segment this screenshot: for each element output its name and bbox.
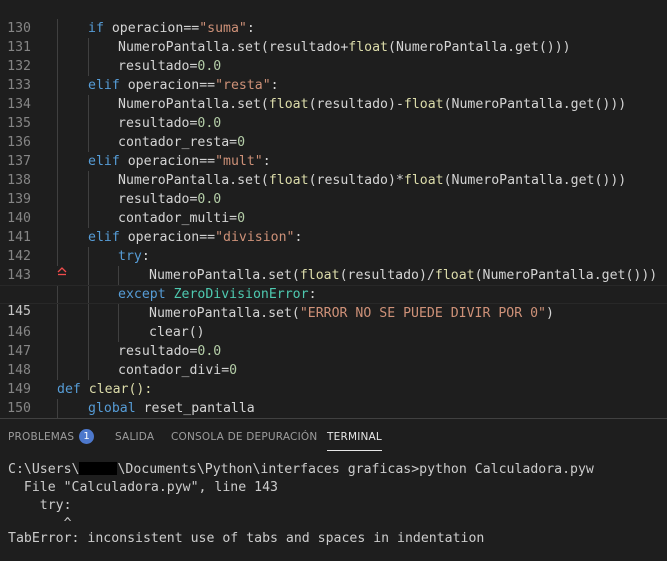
code-text: except ZeroDivisionError: [118, 287, 317, 302]
redacted-username [79, 462, 118, 475]
code-line-145[interactable]: 145 except ZeroDivisionError: [0, 285, 667, 319]
code-text: elif operacion=="division": [88, 230, 303, 245]
terminal-command-line[interactable]: C:\Users\ \Documents\Python\interfaces gr… [8, 460, 594, 479]
indent-guide [88, 114, 89, 133]
code-text: elif operacion=="resta": [88, 78, 279, 93]
indent-guide [88, 247, 89, 266]
code-line-130[interactable]: 130 [0, 0, 667, 36]
indent-guide [57, 399, 58, 418]
indent-guide [57, 57, 58, 76]
code-line-148[interactable]: 148 resultado=0.0 [0, 342, 667, 378]
terminal-code-line: try: [8, 498, 72, 513]
indent-guide [88, 38, 89, 57]
code-line-144[interactable]: 144 NumeroPantalla.set(float(resultado)/… [0, 266, 667, 302]
indent-guide [88, 190, 89, 209]
code-editor[interactable]: 130 131 if operacion=="suma": 132 Numero… [0, 0, 667, 418]
code-text: NumeroPantalla.set("ERROR NO SE PUEDE DI… [149, 306, 554, 321]
indent-guide [57, 95, 58, 114]
indent-guide [57, 361, 58, 380]
indent-guide [57, 323, 58, 342]
code-line-138[interactable]: 138 elif operacion=="mult": [0, 152, 667, 188]
indent-guide [88, 209, 89, 228]
code-text: contador_resta=0 [118, 135, 246, 150]
indent-guide [88, 286, 89, 303]
code-line-141[interactable]: 141 contador_multi=0 [0, 209, 667, 245]
indent-guide [57, 171, 58, 190]
terminal-file-line: File "Calculadora.pyw", line 143 [8, 480, 278, 495]
indent-guide [57, 76, 58, 95]
code-line-142[interactable]: 142 elif operacion=="division": [0, 228, 667, 264]
indent-guide [88, 323, 89, 342]
code-line-136[interactable]: 136 resultado=0.0 [0, 114, 667, 150]
indent-guide [88, 266, 89, 285]
indent-guide [88, 342, 89, 361]
code-text: contador_divi=0 [118, 363, 238, 378]
indent-guide [57, 190, 58, 209]
tab-debug-console[interactable]: CONSOLA DE DEPURACIÓN [171, 431, 317, 443]
code-line-140[interactable]: 140 resultado=0.0 [0, 190, 667, 226]
code-line-139[interactable]: 139 NumeroPantalla.set(float(resultado)*… [0, 171, 667, 207]
tab-problems[interactable]: PROBLEMAS [8, 431, 74, 443]
indent-guide [57, 38, 58, 57]
indent-guide [118, 266, 119, 285]
indent-guide [57, 209, 58, 228]
tab-output[interactable]: SALIDA [115, 431, 154, 443]
code-text: resultado=0.0 [118, 59, 222, 74]
indent-guide [88, 171, 89, 190]
code-text: NumeroPantalla.set(float(resultado)/floa… [149, 268, 658, 283]
indent-guide [118, 323, 119, 342]
indent-guide [88, 95, 89, 114]
indent-guide [88, 133, 89, 152]
code-text: def clear(): [57, 382, 153, 397]
bottom-panel: PROBLEMAS 1 SALIDA CONSOLA DE DEPURACIÓN… [0, 418, 667, 561]
indent-guide [57, 19, 58, 38]
indent-guide [57, 342, 58, 361]
indent-guide [57, 152, 58, 171]
code-text: contador_multi=0 [118, 211, 246, 226]
code-text: resultado=0.0 [118, 192, 222, 207]
code-line-151[interactable]: 151 global reset_pantalla [0, 399, 667, 418]
indent-guide [118, 304, 119, 323]
code-line-147[interactable]: 147 clear() [0, 323, 667, 359]
tab-terminal[interactable]: TERMINAL [327, 431, 382, 451]
indent-guide [88, 361, 89, 380]
code-text: if operacion=="suma": [88, 21, 255, 36]
code-text: resultado=0.0 [118, 344, 222, 359]
code-text: global reset_pantalla [88, 401, 255, 416]
indent-guide [57, 247, 58, 266]
code-line-137[interactable]: 137 contador_resta=0 [0, 133, 667, 169]
problems-count-badge: 1 [79, 429, 94, 444]
code-line-132[interactable]: 132 NumeroPantalla.set(resultado+float(N… [0, 38, 667, 74]
code-line-149[interactable]: 149 contador_divi=0 [0, 361, 667, 397]
code-text: clear() [149, 325, 205, 340]
code-line-131[interactable]: 131 if operacion=="suma": [0, 19, 667, 55]
code-text: elif operacion=="mult": [88, 154, 271, 169]
indent-guide [57, 133, 58, 152]
code-line-150[interactable]: 150 def clear(): [0, 380, 667, 416]
code-line-135[interactable]: 135 NumeroPantalla.set(float(resultado)-… [0, 95, 667, 131]
indent-guide [57, 228, 58, 247]
indent-guide [57, 304, 58, 323]
terminal-path-suffix: \Documents\Python\interfaces graficas>py… [117, 462, 594, 477]
indent-guide [88, 57, 89, 76]
terminal-error-line: TabError: inconsistent use of tabs and s… [8, 531, 485, 546]
indent-guide [88, 304, 89, 323]
code-text: try: [118, 249, 150, 264]
terminal-path-prefix: C:\Users\ [8, 462, 80, 477]
code-line-143[interactable]: 143 try: [0, 247, 667, 283]
code-line-134[interactable]: 134 elif operacion=="resta": [0, 76, 667, 112]
code-text: NumeroPantalla.set(float(resultado)*floa… [118, 173, 627, 188]
indent-guide [57, 286, 58, 303]
code-text: resultado=0.0 [118, 116, 222, 131]
code-text: NumeroPantalla.set(float(resultado)-floa… [118, 97, 627, 112]
panel-tabs: PROBLEMAS 1 SALIDA CONSOLA DE DEPURACIÓN… [0, 419, 667, 455]
code-text: NumeroPantalla.set(resultado+float(Numer… [118, 40, 571, 55]
code-line-133[interactable]: 133 resultado=0.0 [0, 57, 667, 93]
fold-warning-icon[interactable] [57, 266, 67, 276]
indent-guide [57, 114, 58, 133]
code-line-146[interactable]: 146 NumeroPantalla.set("ERROR NO SE PUED… [0, 304, 667, 340]
